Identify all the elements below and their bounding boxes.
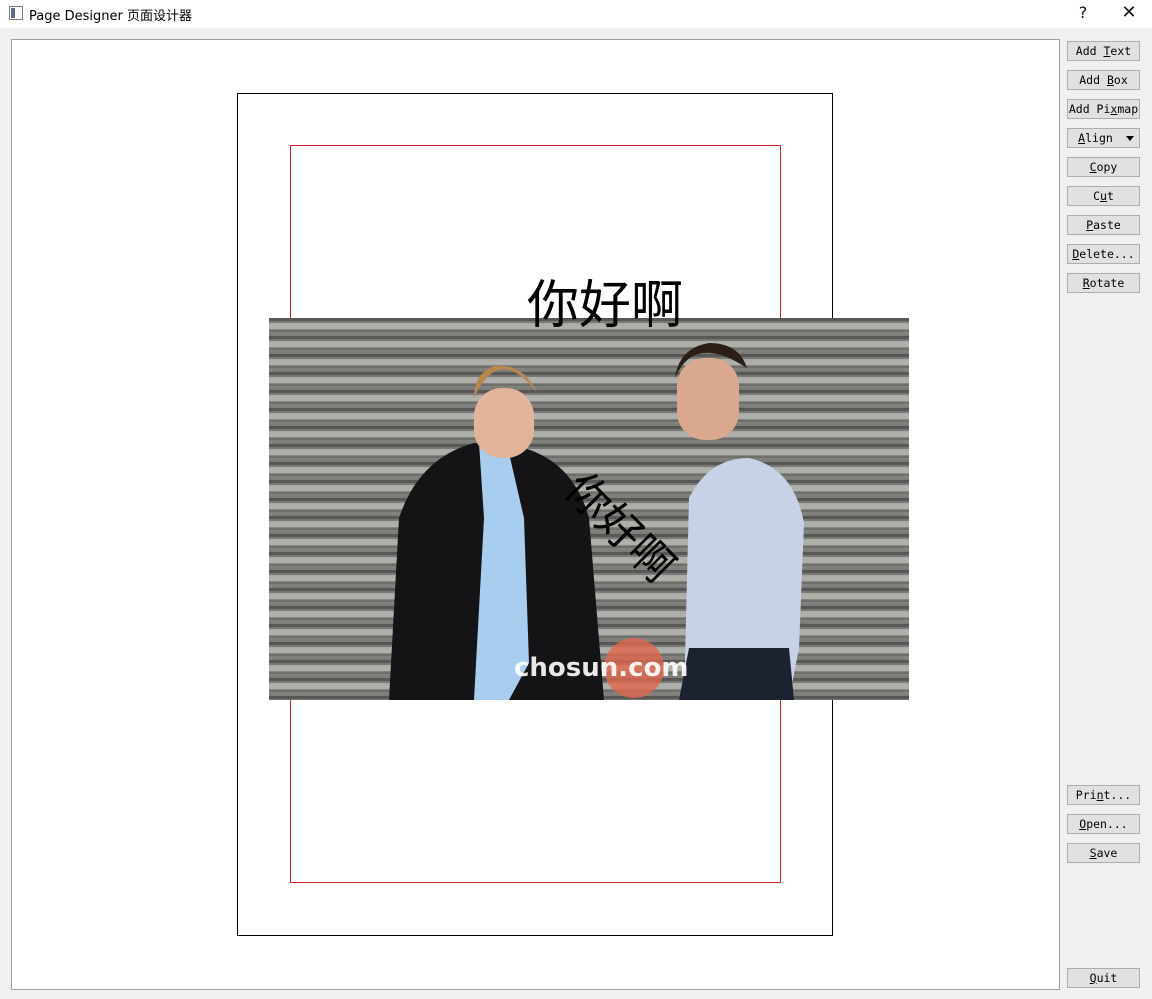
rotate-mnemonic: R [1082, 276, 1090, 290]
add-box-label-post: ox [1113, 73, 1128, 87]
copy-button[interactable]: Copy [1067, 157, 1140, 177]
title-bar: Page Designer 页面设计器 ? ✕ [0, 0, 1152, 28]
add-text-label-post: ext [1110, 44, 1132, 58]
add-box-label-pre: Add [1079, 73, 1107, 87]
delete-label-post: elete... [1079, 247, 1135, 261]
align-button[interactable]: Align [1067, 128, 1140, 148]
cut-label-post: t [1106, 189, 1114, 203]
add-text-label-pre: Add [1075, 44, 1104, 58]
add-pixmap-label-post: map [1117, 102, 1139, 116]
rotate-label-post: otate [1089, 276, 1125, 290]
window-icon [9, 6, 23, 20]
print-label-post: t... [1103, 788, 1132, 802]
cut-button[interactable]: Cut [1067, 186, 1140, 206]
print-label-pre: Pri [1075, 788, 1097, 802]
add-pixmap-button[interactable]: Add Pixmap [1067, 99, 1140, 119]
add-box-mnemonic: B [1106, 73, 1114, 87]
copy-label-post: opy [1096, 160, 1118, 174]
quit-label-post: uit [1096, 971, 1118, 985]
dropdown-arrow-icon [1126, 136, 1134, 141]
text-item-horizontal[interactable]: 你好啊 [527, 276, 683, 336]
open-label-post: pen... [1086, 817, 1128, 831]
open-button[interactable]: Open... [1067, 814, 1140, 834]
paste-label-post: aste [1093, 218, 1121, 232]
quit-button[interactable]: Quit [1067, 968, 1140, 988]
copy-mnemonic: C [1089, 160, 1097, 174]
canvas-view[interactable]: chosun.com 你好啊 你好啊 [11, 39, 1060, 990]
add-box-button[interactable]: Add Box [1067, 70, 1140, 90]
save-label-post: ave [1096, 846, 1118, 860]
cut-label-pre: C [1093, 189, 1101, 203]
save-button[interactable]: Save [1067, 843, 1140, 863]
print-button[interactable]: Print... [1067, 785, 1140, 805]
save-mnemonic: S [1089, 846, 1097, 860]
watermark-text: chosun.com [514, 653, 689, 683]
add-text-button[interactable]: Add Text [1067, 41, 1140, 61]
print-mnemonic: n [1096, 788, 1104, 802]
rotate-button[interactable]: Rotate [1067, 273, 1140, 293]
add-pixmap-label-pre: Add Pi [1068, 102, 1111, 116]
delete-button[interactable]: Delete... [1067, 244, 1140, 264]
help-button[interactable]: ? [1060, 0, 1106, 28]
quit-mnemonic: Q [1089, 971, 1097, 985]
cut-mnemonic: u [1100, 189, 1107, 203]
paste-button[interactable]: Paste [1067, 215, 1140, 235]
align-label-post: lign [1085, 131, 1113, 145]
close-button[interactable]: ✕ [1106, 0, 1152, 28]
window-title: Page Designer 页面设计器 [29, 9, 192, 24]
